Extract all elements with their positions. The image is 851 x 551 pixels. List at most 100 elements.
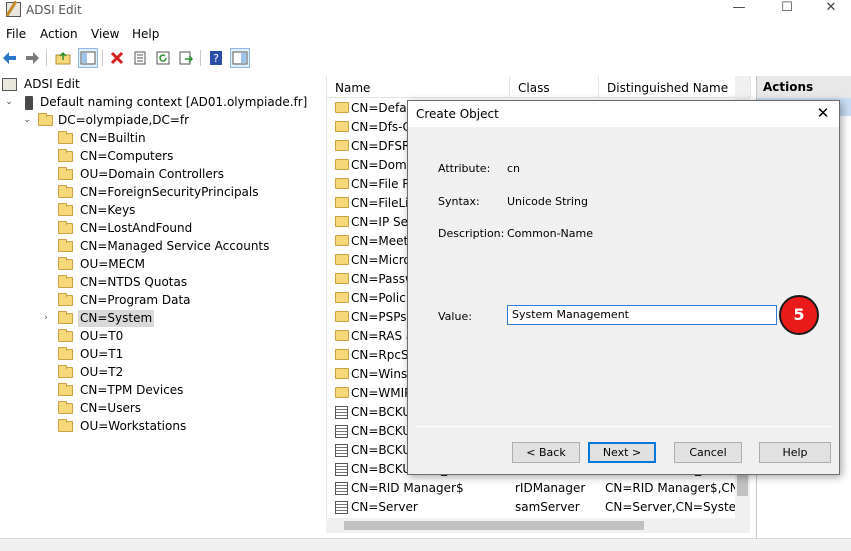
- folder-icon: [335, 292, 349, 303]
- export-icon[interactable]: [176, 48, 196, 68]
- row-name: CN=RID Manager$: [351, 481, 464, 495]
- svg-text:?: ?: [213, 52, 219, 65]
- menu-file[interactable]: File: [6, 27, 26, 41]
- dialog-close-icon[interactable]: ✕: [813, 103, 833, 123]
- folder-icon: [58, 401, 73, 414]
- collapse-arrow-icon[interactable]: ⌄: [4, 94, 14, 111]
- tree-item[interactable]: OU=Workstations: [58, 418, 278, 435]
- folder-icon: [58, 311, 73, 324]
- tree-item-label: OU=T0: [80, 329, 124, 343]
- dialog-title-bar: Create Object ✕: [408, 101, 839, 127]
- adsi-edit-window: ADSI Edit — ☐ ✕ File Action View Help ? …: [0, 0, 851, 551]
- cancel-button[interactable]: Cancel: [674, 442, 742, 463]
- tree-item-label: CN=System: [78, 310, 155, 327]
- next-button[interactable]: Next >: [588, 442, 656, 463]
- row-class: rIDManager: [515, 481, 586, 495]
- tree-item[interactable]: OU=T0: [58, 328, 278, 345]
- object-icon: [335, 482, 348, 495]
- tree-item[interactable]: CN=Program Data: [58, 292, 278, 309]
- folder-icon: [58, 383, 73, 396]
- tree-item-label: CN=LostAndFound: [80, 221, 193, 235]
- dialog-separator: [417, 426, 831, 427]
- column-class[interactable]: Class: [510, 76, 599, 98]
- mmc-icon[interactable]: [230, 48, 250, 68]
- tree-item[interactable]: OU=T2: [58, 364, 278, 381]
- tree-item-label: OU=Domain Controllers: [80, 167, 224, 181]
- list-horizontal-scrollbar[interactable]: [326, 518, 750, 533]
- tree-item[interactable]: CN=NTDS Quotas: [58, 274, 278, 291]
- value-input[interactable]: System Management: [507, 305, 777, 325]
- tree-default-naming-context[interactable]: ⌄ Default naming context [AD01.olympiade…: [4, 94, 307, 111]
- folder-icon: [58, 275, 73, 288]
- minimize-button[interactable]: —: [716, 0, 762, 18]
- tree-item[interactable]: CN=LostAndFound: [58, 220, 278, 237]
- folder-icon: [335, 235, 349, 246]
- menu-view[interactable]: View: [91, 27, 119, 41]
- folder-icon: [335, 197, 349, 208]
- show-tree-icon[interactable]: [78, 48, 98, 68]
- toolbar-separator: [102, 50, 103, 66]
- help-button[interactable]: Help: [759, 442, 831, 463]
- tree-root-label: ADSI Edit: [24, 77, 80, 91]
- folder-icon: [335, 159, 349, 170]
- refresh-icon[interactable]: [153, 48, 173, 68]
- tree-domain-label: DC=olympiade,DC=fr: [58, 113, 190, 127]
- menu-action[interactable]: Action: [40, 27, 78, 41]
- tree-item-label: OU=T2: [80, 365, 124, 379]
- tree-item[interactable]: CN=Keys: [58, 202, 278, 219]
- object-icon: [335, 444, 348, 457]
- folder-up-icon[interactable]: [53, 48, 73, 68]
- toolbar: ?: [0, 46, 851, 70]
- row-distinguished-name: CN=RID Manager$,CN=System: [605, 481, 743, 495]
- collapse-arrow-icon[interactable]: ⌄: [22, 112, 32, 129]
- forward-arrow-icon[interactable]: [22, 48, 42, 68]
- help-icon[interactable]: ?: [206, 48, 226, 68]
- tree-item-label: CN=Managed Service Accounts: [80, 239, 270, 253]
- tree-root[interactable]: ADSI Edit: [2, 76, 202, 93]
- folder-icon: [335, 349, 349, 360]
- scrollbar-thumb[interactable]: [344, 521, 644, 530]
- folder-icon: [335, 254, 349, 265]
- step-badge: 5: [779, 295, 819, 335]
- tree-item[interactable]: OU=Domain Controllers: [58, 166, 278, 183]
- list-row[interactable]: CN=Server samServer CN=Server,CN=System,DC…: [335, 498, 743, 517]
- tree-item[interactable]: CN=TPM Devices: [58, 382, 278, 399]
- list-row[interactable]: CN=RID Manager$ rIDManager CN=RID Manager$…: [335, 479, 743, 498]
- tree-item-label: CN=Keys: [80, 203, 136, 217]
- tree-item[interactable]: CN=Users: [58, 400, 278, 417]
- back-button[interactable]: < Back: [512, 442, 580, 463]
- column-name[interactable]: Name: [327, 76, 510, 98]
- tree-item[interactable]: CN=Computers: [58, 148, 278, 165]
- syntax-value: Unicode String: [507, 195, 588, 208]
- folder-icon: [58, 203, 73, 216]
- properties-icon[interactable]: [130, 48, 150, 68]
- row-name: CN=Server: [351, 500, 418, 514]
- folder-icon: [58, 185, 73, 198]
- back-arrow-icon[interactable]: [0, 48, 20, 68]
- tree-item[interactable]: CN=Managed Service Accounts: [58, 238, 278, 255]
- delete-icon[interactable]: [107, 48, 127, 68]
- tree-item[interactable]: › CN=System: [44, 310, 278, 327]
- toolbar-separator: [46, 50, 47, 66]
- tree-item[interactable]: CN=Builtin: [58, 130, 278, 147]
- folder-icon: [58, 365, 73, 378]
- tree-context-label: Default naming context [AD01.olympiade.f…: [40, 95, 308, 109]
- tree-item[interactable]: CN=ForeignSecurityPrincipals: [58, 184, 278, 201]
- tree-domain[interactable]: ⌄ DC=olympiade,DC=fr: [22, 112, 222, 129]
- folder-icon: [58, 329, 73, 342]
- close-window-button[interactable]: ✕: [808, 0, 851, 18]
- folder-icon: [335, 216, 349, 227]
- folder-icon: [335, 311, 349, 322]
- expand-arrow-icon[interactable]: ›: [41, 310, 51, 327]
- folder-icon: [335, 387, 349, 398]
- menu-help[interactable]: Help: [132, 27, 159, 41]
- description-value: Common-Name: [507, 227, 593, 240]
- folder-icon: [335, 273, 349, 284]
- tree-item[interactable]: OU=MECM: [58, 256, 278, 273]
- object-icon: [335, 406, 348, 419]
- toolbar-separator: [200, 50, 201, 66]
- maximize-button[interactable]: ☐: [764, 0, 810, 18]
- object-icon: [335, 463, 348, 476]
- tree-item[interactable]: OU=T1: [58, 346, 278, 363]
- column-distinguished-name[interactable]: Distinguished Name: [599, 76, 751, 98]
